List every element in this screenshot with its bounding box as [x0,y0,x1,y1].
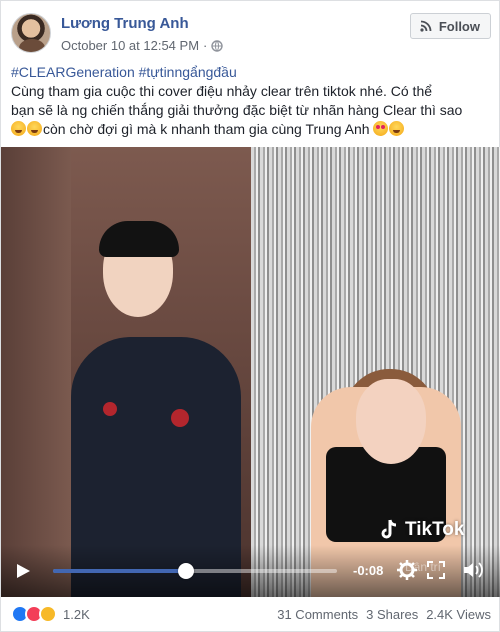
video-controls: -0:08 Dân trí [1,545,500,597]
post-body-line-3: còn chờ đợi gì mà k nhanh tham gia cùng … [43,121,370,137]
shares-count-link[interactable]: 3 Shares [366,607,418,622]
post-stats: 31 Comments 3 Shares 2.4K Views [277,607,491,622]
post-meta: October 10 at 12:54 PM · [61,38,224,53]
post-body-line-1: Cùng tham gia cuộc thi cover điệu nhảy c… [11,83,433,99]
video-person-right-face [356,379,426,464]
views-count: 2.4K Views [426,607,491,622]
facebook-post: Lương Trung Anh October 10 at 12:54 PM ·… [0,0,500,632]
tiktok-watermark: TikTok [379,519,464,541]
tongue-face-emoji-icon [11,121,26,136]
video-person-left-hair [99,221,179,257]
follow-label: Follow [438,18,480,34]
volume-icon[interactable] [463,561,483,579]
smile-emoji-icon [27,121,42,136]
hashtag-links[interactable]: #CLEARGeneration #tựtinngẩngđầu [11,63,491,82]
post-body-line-2: bạn sẽ là ng chiến thắng giải thưởng đặc… [11,102,463,118]
tiktok-label: TikTok [405,519,465,540]
heart-eyes-emoji-icon [373,121,389,136]
video-progress-handle[interactable] [178,563,195,579]
rss-icon [420,20,432,32]
video-progress-fill [53,569,187,573]
meta-separator: · [203,38,208,53]
reaction-count: 1.2K [63,606,90,622]
video-progress-bar[interactable] [53,563,337,579]
comments-count-link[interactable]: 31 Comments [277,607,358,622]
shirt-embroidery [171,409,189,427]
video-player[interactable]: TikTok -0:08 Dân trí [1,147,500,597]
haha-reaction-icon [39,605,57,623]
follow-button[interactable]: Follow [409,13,491,39]
fullscreen-icon[interactable] [427,561,445,579]
post-footer: 1.2K 31 Comments 3 Shares 2.4K Views [11,603,491,625]
post-timestamp[interactable]: October 10 at 12:54 PM [61,38,199,53]
author-avatar[interactable] [11,13,51,53]
play-icon[interactable] [15,563,31,579]
globe-icon [211,39,224,52]
post-header: Lương Trung Anh October 10 at 12:54 PM ·… [11,11,491,57]
shirt-embroidery [103,402,117,416]
tiktok-logo-icon [381,519,397,539]
laughing-emoji-icon [389,121,405,136]
video-time-remaining: -0:08 [353,563,384,578]
author-name[interactable]: Lương Trung Anh [61,15,189,32]
post-text: #CLEARGeneration #tựtinngẩngđầu Cùng tha… [11,63,491,139]
reaction-summary[interactable]: 1.2K [11,605,90,623]
